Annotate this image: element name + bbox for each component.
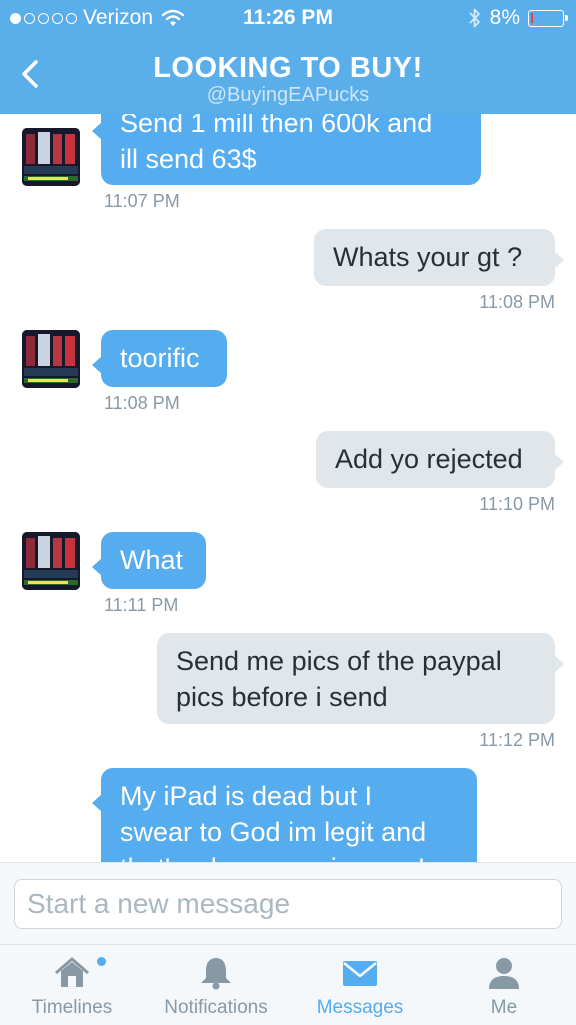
- tab-me[interactable]: Me: [432, 945, 576, 1025]
- message-timestamp: 11:07 PM: [104, 191, 180, 211]
- home-icon: [55, 957, 89, 987]
- envelope-icon: [343, 961, 377, 986]
- status-bar: Verizon 11:26 PM 8%: [0, 0, 576, 36]
- message-line: What: [120, 545, 184, 575]
- conversation-header: Verizon 11:26 PM 8% LOOKING TO BUY! @Buy…: [0, 0, 576, 114]
- message-timestamp: 11:08 PM: [479, 292, 555, 312]
- bell-icon: [201, 958, 231, 990]
- message-line: that's where my pics are I: [120, 850, 458, 862]
- message-timestamp: 11:11 PM: [104, 595, 179, 615]
- tab-notifications[interactable]: Notifications: [144, 945, 288, 1025]
- unread-dot: [97, 957, 106, 966]
- message-bubble-outgoing[interactable]: Send me pics of the paypal pics before i…: [157, 633, 564, 724]
- tab-messages[interactable]: Messages: [288, 945, 432, 1025]
- message-line: Send me pics of the paypal: [176, 646, 502, 676]
- message-line: Add yo rejected: [335, 444, 523, 474]
- battery-percent: 8%: [489, 6, 520, 29]
- message-timestamp: 11:10 PM: [479, 494, 555, 514]
- avatar[interactable]: [22, 128, 80, 186]
- message-line: Whats your gt ?: [333, 242, 523, 272]
- battery-icon: [528, 9, 568, 27]
- tab-label: Timelines: [31, 997, 113, 1018]
- message-bubble-incoming[interactable]: My iPad is dead but I swear to God im le…: [92, 768, 477, 862]
- new-message-input[interactable]: [14, 879, 562, 929]
- conversation-thread[interactable]: Send 1 mill then 600k and ill send 63$ 1…: [0, 0, 576, 862]
- message-bubble-outgoing[interactable]: Add yo rejected: [316, 431, 564, 488]
- message-line: toorific: [120, 343, 200, 373]
- person-icon: [489, 958, 519, 989]
- tab-label: Messages: [316, 997, 404, 1018]
- message-composer: [0, 862, 576, 945]
- message-line: pics before i send: [176, 682, 388, 712]
- bluetooth-icon: [469, 8, 480, 28]
- message-bubble-incoming[interactable]: What: [92, 532, 206, 589]
- tab-label: Me: [490, 997, 518, 1018]
- message-bubble-incoming[interactable]: toorific: [92, 330, 227, 387]
- avatar[interactable]: [22, 330, 80, 388]
- tab-label: Notifications: [164, 997, 268, 1018]
- tab-timelines[interactable]: Timelines: [0, 945, 144, 1025]
- tab-bar: Timelines Notifications Messages Me: [0, 944, 576, 1025]
- message-bubble-outgoing[interactable]: Whats your gt ?: [314, 229, 564, 286]
- message-line: My iPad is dead but I: [120, 781, 373, 811]
- message-line: swear to God im legit and: [120, 817, 427, 847]
- avatar[interactable]: [22, 532, 80, 590]
- message-timestamp: 11:08 PM: [104, 393, 180, 413]
- message-line: ill send 63$: [120, 144, 257, 174]
- message-timestamp: 11:12 PM: [479, 730, 555, 750]
- conversation-handle[interactable]: @BuyingEAPucks: [0, 84, 576, 107]
- conversation-title: LOOKING TO BUY!: [153, 52, 423, 84]
